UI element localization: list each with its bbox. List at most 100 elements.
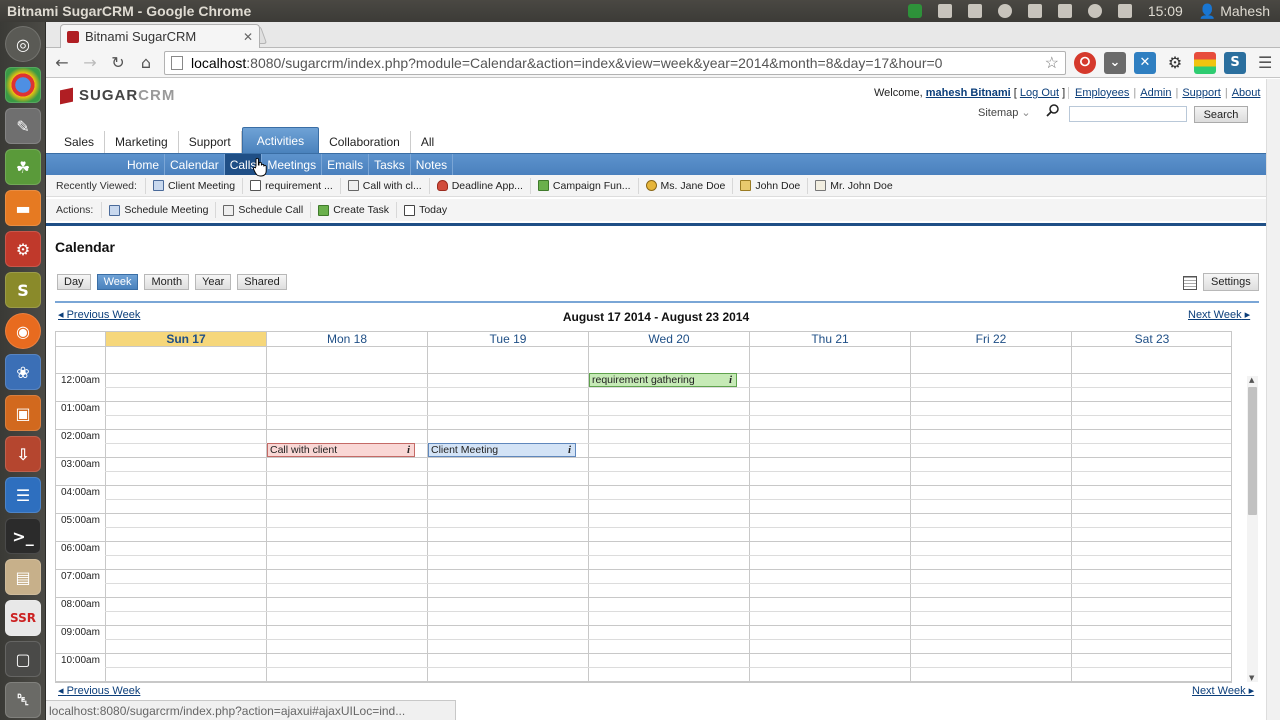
day-header[interactable]: Fri 22: [910, 332, 1071, 347]
global-search-input[interactable]: [1069, 106, 1187, 122]
view-shared-button[interactable]: Shared: [237, 274, 287, 290]
event-info-icon[interactable]: i: [568, 444, 571, 456]
admin-link[interactable]: Admin: [1140, 87, 1171, 99]
tab-collaboration[interactable]: Collaboration: [319, 131, 411, 153]
close-tab-icon[interactable]: ✕: [243, 30, 253, 44]
document-icon[interactable]: ☰: [5, 477, 41, 513]
logout-link[interactable]: Log Out: [1020, 87, 1059, 99]
user-profile-link[interactable]: mahesh Bitnami: [926, 87, 1011, 99]
user-menu[interactable]: 👤 Mahesh: [1199, 3, 1270, 20]
recent-item[interactable]: John Doe: [732, 177, 807, 194]
pocket-extension-icon[interactable]: ⌄: [1104, 51, 1126, 74]
subnav-meetings[interactable]: Meetings: [262, 153, 323, 176]
create-task-action[interactable]: Create Task: [310, 202, 396, 218]
day-header[interactable]: Mon 18: [266, 332, 427, 347]
scroll-down-icon[interactable]: ▼: [1249, 674, 1254, 682]
subnav-notes[interactable]: Notes: [411, 153, 454, 176]
text-editor-icon[interactable]: ✎: [5, 108, 41, 144]
day-header[interactable]: Thu 21: [749, 332, 910, 347]
mysql-workbench-icon[interactable]: ❀: [5, 354, 41, 390]
recent-item[interactable]: Mr. John Doe: [807, 177, 899, 194]
employees-link[interactable]: Employees: [1075, 87, 1129, 99]
wifi-icon[interactable]: [1087, 4, 1102, 18]
tab-marketing[interactable]: Marketing: [105, 131, 179, 153]
dash-home-icon[interactable]: ◎: [5, 26, 41, 62]
event-info-icon[interactable]: i: [729, 374, 732, 386]
previous-week-link-bottom[interactable]: ◂ Previous Week: [58, 684, 140, 697]
dropbox-icon[interactable]: [967, 4, 982, 18]
extension-x-icon[interactable]: ✕: [1134, 51, 1156, 74]
address-bar[interactable]: localhost:8080/sugarcrm/index.php?module…: [164, 50, 1066, 75]
subnav-emails[interactable]: Emails: [322, 153, 370, 176]
notification-bell-icon[interactable]: [997, 4, 1012, 18]
grid-scrollbar[interactable]: ▲ ▼: [1247, 376, 1258, 682]
settings-app-icon[interactable]: ⚙: [5, 231, 41, 267]
sublime-icon[interactable]: S: [5, 272, 41, 308]
tab-all[interactable]: All: [411, 131, 444, 153]
reload-button[interactable]: ↻: [106, 51, 130, 75]
scroll-up-icon[interactable]: ▲: [1249, 376, 1254, 384]
search-icon[interactable]: [1046, 103, 1060, 117]
chrome-menu-icon[interactable]: ☰: [1258, 53, 1272, 72]
day-header[interactable]: Wed 20: [588, 332, 749, 347]
day-header[interactable]: Sat 23: [1071, 332, 1231, 347]
ssr-indicator-icon[interactable]: [907, 4, 922, 18]
subnav-home[interactable]: Home: [122, 153, 166, 176]
day-header[interactable]: Sun 17: [105, 332, 266, 347]
subnav-calendar[interactable]: Calendar: [165, 153, 225, 176]
recent-item[interactable]: Ms. Jane Doe: [637, 177, 733, 194]
extension-s-icon[interactable]: S: [1224, 51, 1246, 74]
extension-stop-icon[interactable]: ⭘: [1074, 51, 1096, 74]
extension-gear-icon[interactable]: ⚙: [1164, 52, 1186, 74]
bookmark-star-icon[interactable]: ☆: [1045, 53, 1059, 73]
support-link[interactable]: Support: [1182, 87, 1221, 99]
green-app-icon[interactable]: ☘: [5, 149, 41, 185]
recent-item[interactable]: Deadline App...: [428, 177, 530, 194]
view-week-button[interactable]: Week: [96, 274, 139, 290]
workspace-switcher-icon[interactable]: ▢: [5, 641, 41, 677]
back-button[interactable]: ←: [50, 51, 74, 75]
schedule-meeting-action[interactable]: Schedule Meeting: [101, 202, 215, 218]
event-info-icon[interactable]: i: [407, 444, 410, 456]
screen-recorder-icon[interactable]: SSR: [5, 600, 41, 636]
calendar-event-mtg[interactable]: Client Meeting i: [428, 443, 576, 457]
clock[interactable]: 15:09: [1148, 3, 1183, 19]
recent-item[interactable]: Call with cl...: [339, 177, 429, 194]
today-action[interactable]: Today: [396, 202, 454, 218]
next-week-link-bottom[interactable]: Next Week ▸: [1192, 684, 1254, 697]
terminal-icon[interactable]: >_: [5, 518, 41, 554]
schedule-call-action[interactable]: Schedule Call: [215, 202, 310, 218]
view-year-button[interactable]: Year: [195, 274, 232, 290]
scroll-thumb[interactable]: [1248, 387, 1257, 515]
update-manager-icon[interactable]: ⇩: [5, 436, 41, 472]
recent-item[interactable]: requirement ...: [242, 177, 340, 194]
search-button[interactable]: Search: [1194, 106, 1248, 123]
calendar-event-task[interactable]: requirement gathering i: [589, 373, 737, 387]
extension-color-icon[interactable]: [1194, 51, 1216, 74]
next-week-link[interactable]: Next Week ▸: [1188, 308, 1250, 321]
home-button[interactable]: ⌂: [134, 51, 158, 75]
view-month-button[interactable]: Month: [144, 274, 190, 290]
mail-icon[interactable]: [1027, 4, 1042, 18]
software-center-icon[interactable]: ▣: [5, 395, 41, 431]
recent-item[interactable]: Campaign Fun...: [529, 177, 638, 194]
tab-support[interactable]: Support: [179, 131, 242, 153]
calendar-event-call[interactable]: Call with client i: [267, 443, 415, 457]
subnav-tasks[interactable]: Tasks: [369, 153, 411, 176]
day-header[interactable]: Tue 19: [427, 332, 588, 347]
tab-activities[interactable]: Activities: [241, 127, 320, 153]
battery-icon[interactable]: [1057, 4, 1072, 18]
trash-icon[interactable]: ␡: [5, 682, 41, 718]
settings-button[interactable]: Settings: [1203, 273, 1259, 291]
tab-sales[interactable]: Sales: [54, 131, 106, 153]
browser-tab[interactable]: Bitnami SugarCRM ✕: [60, 24, 260, 48]
chrome-icon[interactable]: [5, 67, 41, 103]
about-link[interactable]: About: [1232, 87, 1261, 99]
firefox-icon[interactable]: ◉: [5, 313, 41, 349]
page-scrollbar[interactable]: [1266, 79, 1280, 720]
forward-button[interactable]: →: [78, 51, 102, 75]
view-day-button[interactable]: Day: [57, 274, 91, 290]
recent-item[interactable]: Client Meeting: [144, 177, 242, 194]
files-icon[interactable]: ▬: [5, 190, 41, 226]
volume-icon[interactable]: [1117, 4, 1132, 18]
